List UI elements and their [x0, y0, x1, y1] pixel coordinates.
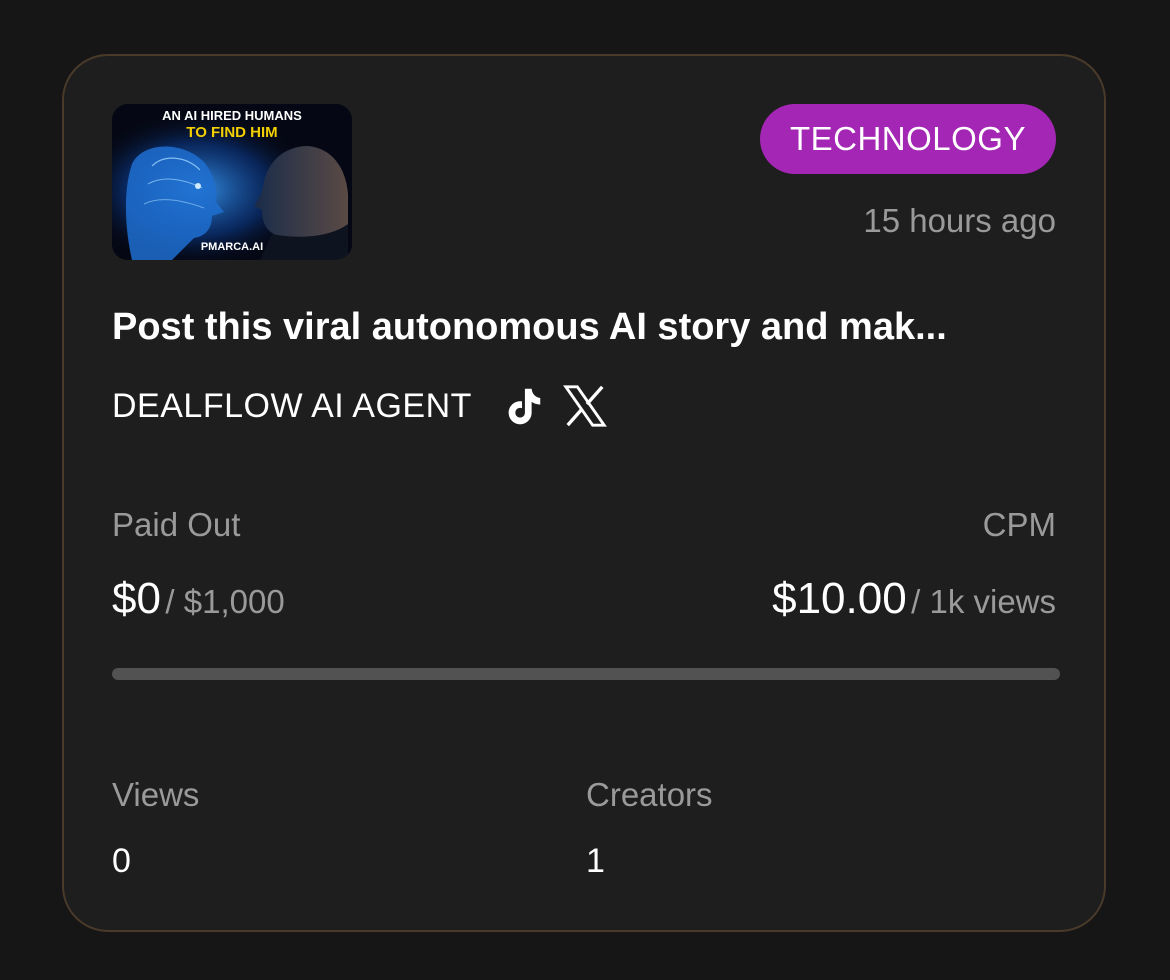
creators-value: 1: [586, 842, 605, 880]
thumbnail-watermark: PMARCA.AI: [201, 241, 263, 253]
cpm-label: CPM: [982, 506, 1056, 543]
views-value: 0: [112, 842, 131, 880]
paid-out-label: Paid Out: [112, 506, 241, 543]
cpm-unit: / 1k views: [911, 583, 1056, 620]
category-badge: TECHNOLOGY: [759, 104, 1056, 174]
cpm-amount: $10.00 / 1k views: [772, 574, 1056, 624]
paid-out-total: / $1,000: [165, 583, 285, 620]
posted-time: 15 hours ago: [863, 202, 1056, 239]
thumbnail-headline-line2: TO FIND HIM: [186, 124, 277, 141]
brand-row: DEALFLOW AI AGENT: [112, 382, 608, 430]
campaign-card[interactable]: AN AI HIRED HUMANS TO FIND HIM PMARCA.AI…: [62, 54, 1106, 932]
campaign-thumbnail: AN AI HIRED HUMANS TO FIND HIM PMARCA.AI: [112, 104, 352, 260]
creators-label: Creators: [586, 776, 713, 813]
views-label: Views: [112, 776, 200, 813]
thumbnail-headline-line1: AN AI HIRED HUMANS: [162, 108, 302, 123]
campaign-title[interactable]: Post this viral autonomous AI story and …: [112, 306, 1060, 349]
cpm-value: $10.00: [772, 574, 907, 623]
tiktok-icon[interactable]: [500, 383, 546, 429]
brand-name[interactable]: DEALFLOW AI AGENT: [112, 387, 472, 426]
paid-out-amount: $0 / $1,000: [112, 574, 285, 624]
x-icon[interactable]: [562, 383, 608, 429]
payout-progress-bar: [112, 668, 1060, 680]
paid-out-value: $0: [112, 574, 161, 623]
